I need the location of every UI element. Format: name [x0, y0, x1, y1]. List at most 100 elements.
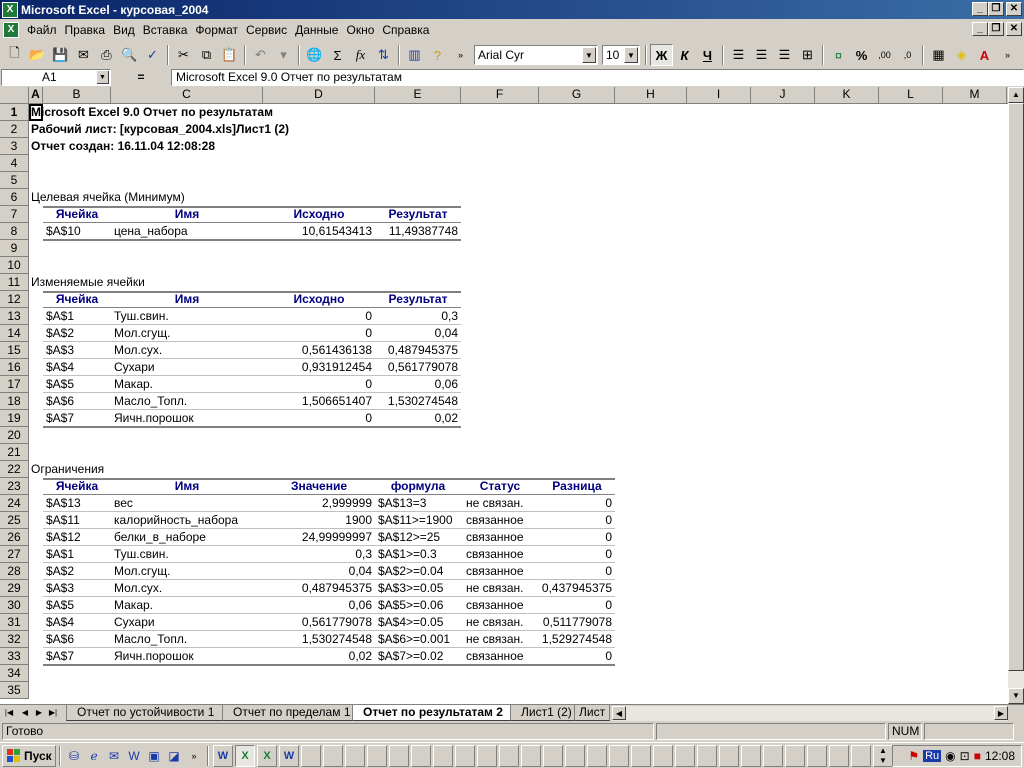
- print-icon[interactable]: ⎙: [95, 44, 118, 66]
- cell-area[interactable]: Microsoft Excel 9.0 Отчет по результатам…: [29, 104, 1008, 704]
- task-slot-24[interactable]: [719, 744, 739, 767]
- more-buttons-icon[interactable]: »: [449, 44, 472, 66]
- word-quicklaunch-icon[interactable]: W: [125, 747, 143, 765]
- constraint-cell-slack[interactable]: 0: [539, 563, 612, 580]
- row-header-23[interactable]: 23: [0, 478, 29, 495]
- spelling-icon[interactable]: ✓: [141, 44, 164, 66]
- changing-cell-name[interactable]: Макар.: [114, 376, 263, 393]
- new-icon[interactable]: 🗋: [3, 44, 26, 66]
- constraint-cell-name[interactable]: белки_в_наборе: [114, 529, 263, 546]
- row-header-12[interactable]: 12: [0, 291, 29, 308]
- task-slot-30[interactable]: [851, 744, 871, 767]
- doc-minimize-button[interactable]: _: [972, 22, 988, 36]
- constraint-cell-name[interactable]: Мол.сух.: [114, 580, 263, 597]
- task-slot-16[interactable]: [543, 744, 563, 767]
- changing-cell-ref[interactable]: $A$7: [46, 410, 111, 427]
- vertical-scroll-thumb[interactable]: [1008, 103, 1024, 671]
- changing-cell-ref[interactable]: $A$2: [46, 325, 111, 342]
- constraint-cell-ref[interactable]: $A$3: [46, 580, 111, 597]
- target-cell-ref[interactable]: $A$10: [46, 223, 111, 240]
- scroll-up-icon[interactable]: ▲: [1008, 87, 1024, 103]
- changing-cell-result[interactable]: 0,06: [375, 376, 458, 393]
- constraint-cell-slack[interactable]: 1,529274548: [539, 631, 612, 648]
- chevron-down-icon[interactable]: ▼: [582, 47, 596, 63]
- column-header-e[interactable]: E: [375, 87, 461, 104]
- changing-cell-result[interactable]: 0,04: [375, 325, 458, 342]
- task-slot-25[interactable]: [741, 744, 761, 767]
- menu-help[interactable]: Справка: [378, 21, 433, 39]
- outlook-icon[interactable]: ✉: [105, 747, 123, 765]
- email-icon[interactable]: ✉: [72, 44, 95, 66]
- changing-header[interactable]: Результат: [375, 291, 461, 308]
- target-cell-name[interactable]: цена_набора: [114, 223, 263, 240]
- row-header-11[interactable]: 11: [0, 274, 29, 291]
- constraint-cell-ref[interactable]: $A$11: [46, 512, 111, 529]
- constraint-cell-value[interactable]: 2,999999: [263, 495, 372, 512]
- constraint-cell-formula[interactable]: $A$7>=0.02: [378, 648, 474, 665]
- quicklaunch-icon-6[interactable]: ◪: [165, 747, 183, 765]
- constraints-header[interactable]: Имя: [111, 478, 263, 495]
- changing-cell-original[interactable]: 0,561436138: [263, 342, 372, 359]
- tray-app-icon-2[interactable]: ■: [974, 749, 981, 763]
- constraint-cell-value[interactable]: 24,99999997: [263, 529, 372, 546]
- constraint-cell-ref[interactable]: $A$1: [46, 546, 111, 563]
- cut-icon[interactable]: ✂: [172, 44, 195, 66]
- row-header-34[interactable]: 34: [0, 665, 29, 682]
- changing-cell-name[interactable]: Масло_Топл.: [114, 393, 263, 410]
- constraint-cell-slack[interactable]: 0: [539, 495, 612, 512]
- constraints-header[interactable]: Ячейка: [43, 478, 111, 495]
- target-cell-result[interactable]: 11,49387748: [375, 223, 458, 240]
- column-header-b[interactable]: B: [43, 87, 111, 104]
- row-header-28[interactable]: 28: [0, 563, 29, 580]
- constraint-cell-slack[interactable]: 0,511779078: [539, 614, 612, 631]
- constraint-cell-name[interactable]: вес: [114, 495, 263, 512]
- constraint-cell-status[interactable]: не связан.: [466, 580, 539, 597]
- minimize-button[interactable]: _: [972, 2, 988, 16]
- constraint-cell-name[interactable]: калорийность_набора: [114, 512, 263, 529]
- task-slot-7[interactable]: [345, 744, 365, 767]
- section-title-constraints[interactable]: Ограничения: [31, 461, 331, 478]
- constraint-cell-value[interactable]: 1,530274548: [263, 631, 372, 648]
- constraint-cell-formula[interactable]: $A$1>=0.3: [378, 546, 474, 563]
- task-slot-22[interactable]: [675, 744, 695, 767]
- row-header-14[interactable]: 14: [0, 325, 29, 342]
- row-header-30[interactable]: 30: [0, 597, 29, 614]
- changing-cell-name[interactable]: Мол.сух.: [114, 342, 263, 359]
- open-icon[interactable]: 📂: [26, 44, 49, 66]
- menu-tools[interactable]: Сервис: [242, 21, 291, 39]
- column-header-g[interactable]: G: [539, 87, 615, 104]
- task-slot-13[interactable]: [477, 744, 497, 767]
- language-indicator[interactable]: Ru: [923, 750, 942, 762]
- constraint-cell-slack[interactable]: 0,437945375: [539, 580, 612, 597]
- row-header-26[interactable]: 26: [0, 529, 29, 546]
- constraint-cell-ref[interactable]: $A$2: [46, 563, 111, 580]
- constraint-cell-ref[interactable]: $A$7: [46, 648, 111, 665]
- changing-header[interactable]: Имя: [111, 291, 263, 308]
- changing-cell-name[interactable]: Мол.сгущ.: [114, 325, 263, 342]
- equals-sign[interactable]: =: [111, 70, 171, 84]
- task-excel-2[interactable]: X: [257, 744, 277, 767]
- name-box[interactable]: A1 ▼: [1, 68, 111, 86]
- task-slot-20[interactable]: [631, 744, 651, 767]
- constraint-cell-value[interactable]: 1900: [263, 512, 372, 529]
- currency-icon[interactable]: ¤: [827, 44, 850, 66]
- constraint-cell-formula[interactable]: $A$4>=0.05: [378, 614, 474, 631]
- first-sheet-icon[interactable]: |◀: [2, 706, 16, 720]
- target-cell-original[interactable]: 10,61543413: [263, 223, 372, 240]
- changing-header[interactable]: Ячейка: [43, 291, 111, 308]
- row-header-29[interactable]: 29: [0, 580, 29, 597]
- row-header-13[interactable]: 13: [0, 308, 29, 325]
- save-icon[interactable]: 💾: [49, 44, 72, 66]
- formula-input[interactable]: Microsoft Excel 9.0 Отчет по результатам: [171, 68, 1024, 86]
- column-header-f[interactable]: F: [461, 87, 539, 104]
- row-header-32[interactable]: 32: [0, 631, 29, 648]
- menu-edit[interactable]: Правка: [61, 21, 110, 39]
- autosum-icon[interactable]: Σ: [326, 44, 349, 66]
- underline-button[interactable]: Ч: [696, 44, 719, 66]
- print-preview-icon[interactable]: 🔍: [118, 44, 141, 66]
- row-header-15[interactable]: 15: [0, 342, 29, 359]
- report-worksheet[interactable]: Рабочий лист: [курсовая_2004.xls]Лист1 (…: [31, 121, 431, 138]
- menu-view[interactable]: Вид: [109, 21, 139, 39]
- task-slot-21[interactable]: [653, 744, 673, 767]
- target-header[interactable]: Ячейка: [43, 206, 111, 223]
